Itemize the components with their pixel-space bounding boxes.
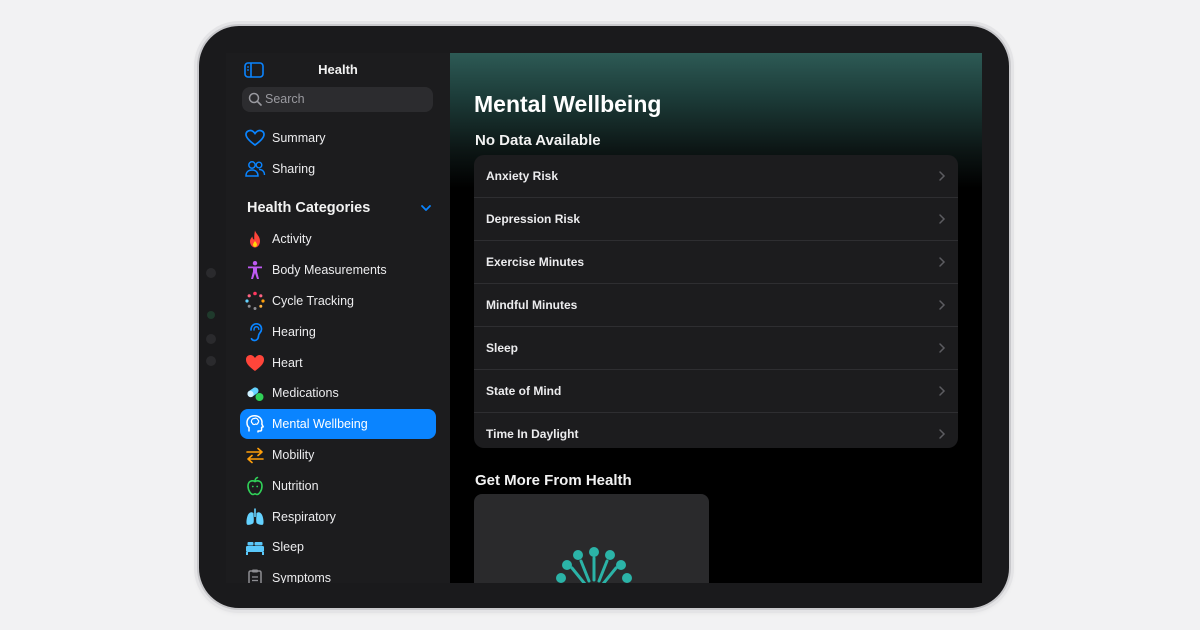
sidebar-item-label: Mental Wellbeing bbox=[272, 417, 368, 431]
sidebar-item-heart[interactable]: Heart bbox=[240, 348, 436, 378]
sidebar-item-cycle-tracking[interactable]: Cycle Tracking bbox=[240, 286, 436, 316]
list-item-sleep[interactable]: Sleep bbox=[474, 327, 958, 370]
list-item-state-of-mind[interactable]: State of Mind bbox=[474, 370, 958, 413]
sidebar-item-label: Sleep bbox=[272, 540, 304, 554]
chevron-right-icon bbox=[939, 171, 946, 181]
sidebar-item-respiratory[interactable]: Respiratory bbox=[240, 502, 436, 532]
sidebar-item-label: Body Measurements bbox=[272, 263, 387, 277]
side-sensor bbox=[206, 334, 216, 344]
chevron-right-icon bbox=[939, 386, 946, 396]
list-item-label: State of Mind bbox=[486, 384, 562, 398]
list-item-mindful-minutes[interactable]: Mindful Minutes bbox=[474, 284, 958, 327]
page-title: Mental Wellbeing bbox=[474, 91, 662, 117]
figure-icon bbox=[248, 261, 262, 279]
screen: Health Search Summary Sharing Health Cat bbox=[226, 53, 982, 583]
flame-icon bbox=[250, 230, 260, 248]
sidebar-item-label: Cycle Tracking bbox=[272, 294, 354, 308]
sidebar-item-label: Hearing bbox=[272, 325, 316, 339]
sidebar-item-label: Nutrition bbox=[272, 479, 319, 493]
sidebar-item-label: Respiratory bbox=[272, 510, 336, 524]
arrows-icon bbox=[246, 447, 264, 464]
bed-icon bbox=[246, 542, 264, 555]
sidebar-item-label: Activity bbox=[272, 232, 312, 246]
clipboard-icon bbox=[248, 569, 262, 583]
mindfulness-illustration-icon bbox=[556, 547, 632, 583]
chevron-right-icon bbox=[939, 257, 946, 267]
sidebar-item-mobility[interactable]: Mobility bbox=[240, 440, 436, 470]
data-type-list: Anxiety Risk Depression Risk Exercise Mi… bbox=[474, 155, 958, 448]
heart-icon bbox=[246, 355, 264, 371]
sidebar-item-label: Summary bbox=[272, 131, 326, 145]
sidebar: Health Search Summary Sharing Health Cat bbox=[226, 53, 450, 583]
sidebar-item-nutrition[interactable]: Nutrition bbox=[240, 471, 436, 501]
list-item-label: Anxiety Risk bbox=[486, 169, 559, 183]
sidebar-item-activity[interactable]: Activity bbox=[240, 224, 436, 254]
search-field[interactable]: Search bbox=[242, 87, 433, 112]
list-item-label: Sleep bbox=[486, 341, 519, 355]
search-placeholder: Search bbox=[265, 92, 305, 106]
list-item-label: Time In Daylight bbox=[486, 427, 579, 441]
sidebar-item-label: Mobility bbox=[272, 448, 315, 462]
no-data-heading: No Data Available bbox=[475, 132, 601, 149]
sidebar-item-symptoms[interactable]: Symptoms bbox=[240, 563, 436, 583]
list-item-exercise-minutes[interactable]: Exercise Minutes bbox=[474, 241, 958, 284]
side-sensor bbox=[206, 268, 216, 278]
sidebar-item-hearing[interactable]: Hearing bbox=[240, 317, 436, 347]
list-item-anxiety-risk[interactable]: Anxiety Risk bbox=[474, 155, 958, 198]
sidebar-title: Health bbox=[318, 62, 358, 77]
sidebar-item-mental-wellbeing[interactable]: Mental Wellbeing bbox=[240, 409, 436, 439]
sidebar-item-label: Medications bbox=[272, 386, 339, 400]
sidebar-item-label: Sharing bbox=[272, 162, 316, 176]
search-icon bbox=[248, 92, 262, 106]
ear-icon bbox=[250, 322, 263, 342]
heart-outline-icon bbox=[245, 129, 265, 147]
sidebar-item-label: Heart bbox=[272, 356, 303, 370]
list-item-depression-risk[interactable]: Depression Risk bbox=[474, 198, 958, 241]
cycle-icon bbox=[245, 291, 265, 310]
sidebar-item-label: Symptoms bbox=[272, 571, 332, 583]
chevron-right-icon bbox=[939, 300, 946, 310]
camera-icon bbox=[207, 311, 215, 319]
side-sensor bbox=[206, 356, 216, 366]
sidebar-item-medications[interactable]: Medications bbox=[240, 378, 436, 408]
list-item-label: Exercise Minutes bbox=[486, 255, 585, 269]
sidebar-item-sleep[interactable]: Sleep bbox=[240, 532, 436, 562]
apple-icon bbox=[247, 476, 263, 496]
sidebar-item-sharing[interactable]: Sharing bbox=[240, 154, 436, 184]
head-icon bbox=[246, 415, 264, 433]
list-item-time-in-daylight[interactable]: Time In Daylight bbox=[474, 413, 958, 448]
chevron-down-icon[interactable] bbox=[419, 202, 433, 214]
health-categories-heading[interactable]: Health Categories bbox=[247, 200, 370, 216]
get-more-card[interactable] bbox=[474, 494, 709, 583]
sidebar-item-body-measurements[interactable]: Body Measurements bbox=[240, 255, 436, 285]
people-icon bbox=[245, 161, 266, 177]
chevron-right-icon bbox=[939, 343, 946, 353]
sidebar-item-summary[interactable]: Summary bbox=[240, 123, 436, 153]
chevron-right-icon bbox=[939, 214, 946, 224]
list-item-label: Mindful Minutes bbox=[486, 298, 578, 312]
main-content: Mental Wellbeing No Data Available Anxie… bbox=[450, 53, 982, 583]
chevron-right-icon bbox=[939, 429, 946, 439]
get-more-heading: Get More From Health bbox=[475, 472, 632, 489]
lungs-icon bbox=[246, 508, 264, 525]
pills-icon bbox=[247, 387, 264, 401]
list-item-label: Depression Risk bbox=[486, 212, 581, 226]
